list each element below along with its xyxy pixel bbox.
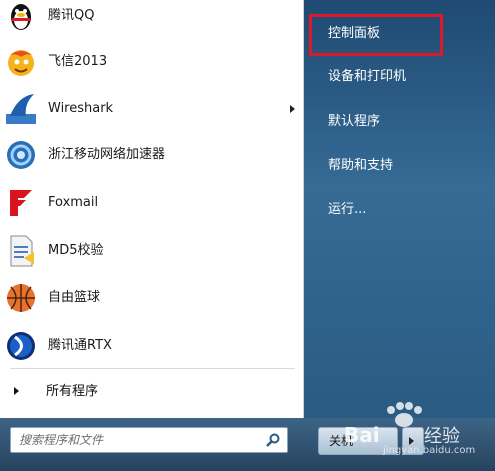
svg-text:经验: 经验 xyxy=(424,426,460,447)
wireshark-fin-icon xyxy=(6,94,36,124)
expand-arrow-icon xyxy=(14,387,19,395)
program-item-network-accelerator[interactable]: 浙江移动网络加速器 xyxy=(0,132,303,178)
submenu-arrow-icon[interactable] xyxy=(290,105,295,113)
search-input[interactable] xyxy=(17,430,261,450)
fetion-icon xyxy=(8,50,34,76)
menu-item-devices-printers[interactable]: 设备和打印机 xyxy=(328,66,406,88)
menu-divider xyxy=(10,368,295,369)
search-icon[interactable] xyxy=(265,432,281,448)
program-label: Wireshark xyxy=(48,101,114,116)
program-item-foxmail[interactable]: Foxmail xyxy=(0,180,303,226)
program-label: MD5校验 xyxy=(48,243,104,258)
program-item-rtx[interactable]: 腾讯通RTX xyxy=(0,323,303,369)
foxmail-icon xyxy=(10,190,32,216)
program-item-basketball[interactable]: 自由篮球 xyxy=(0,275,303,321)
qq-penguin-icon xyxy=(11,4,31,30)
md5-document-icon xyxy=(10,235,34,267)
program-item-wireshark[interactable]: Wireshark xyxy=(0,86,303,132)
program-label: 腾讯QQ xyxy=(48,8,95,23)
program-label: 自由篮球 xyxy=(48,290,101,305)
programs-pane: 腾讯QQ 飞信2013 Wireshark 浙江移动网络加速器 Foxmail xyxy=(0,0,304,418)
svg-text:Bai: Bai xyxy=(344,423,380,447)
right-menu-pane: 控制面板 设备和打印机 默认程序 帮助和支持 运行... xyxy=(304,0,495,418)
program-label: 腾讯通RTX xyxy=(48,338,112,353)
network-accelerator-icon xyxy=(7,141,35,169)
control-panel-highlight xyxy=(309,14,443,56)
watermark-url: jingyan.baidu.com xyxy=(383,445,476,456)
menu-item-default-programs[interactable]: 默认程序 xyxy=(328,111,380,133)
menu-item-run[interactable]: 运行... xyxy=(328,199,366,221)
program-label: 飞信2013 xyxy=(48,54,108,69)
rtx-icon xyxy=(7,332,35,360)
program-item-md5[interactable]: MD5校验 xyxy=(0,228,303,274)
search-box[interactable] xyxy=(10,427,288,453)
all-programs-label: 所有程序 xyxy=(46,384,99,399)
program-item-fetion[interactable]: 飞信2013 xyxy=(0,39,303,85)
program-label: Foxmail xyxy=(48,195,99,210)
program-label: 浙江移动网络加速器 xyxy=(48,147,166,162)
menu-item-help-support[interactable]: 帮助和支持 xyxy=(328,155,393,177)
program-item-qq[interactable]: 腾讯QQ xyxy=(0,0,303,39)
all-programs-button[interactable]: 所有程序 xyxy=(0,372,303,412)
basketball-icon xyxy=(7,284,35,312)
